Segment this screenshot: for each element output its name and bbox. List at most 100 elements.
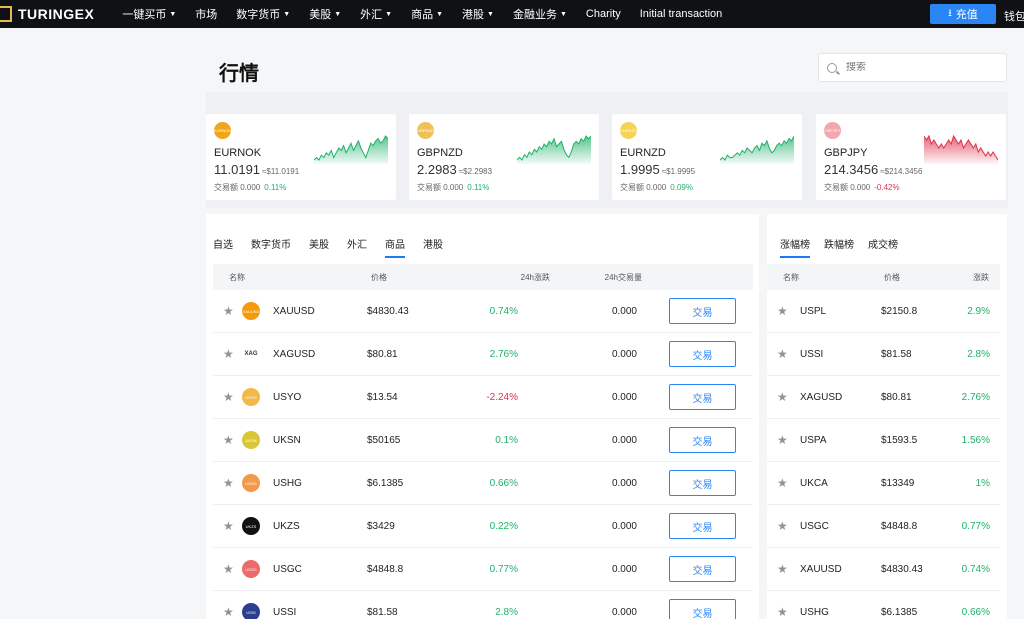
column-header: 24h涨跌	[520, 272, 550, 282]
nav-item[interactable]: 美股 ▼	[309, 6, 341, 22]
volume-label: 交易额	[214, 183, 238, 192]
ticker-card[interactable]: EURNOK EURNOK 11.0191 ≈$11.0191 交易额 0.000 0.1…	[206, 114, 396, 200]
star-icon[interactable]: ★	[223, 390, 234, 404]
caret-down-icon: ▼	[385, 10, 393, 18]
nav-item[interactable]: 数字货币 ▼	[236, 6, 290, 22]
logo[interactable]: TURINGEX	[0, 0, 94, 28]
ticker-card[interactable]: GBPNZD GBPNZD 2.2983 ≈$2.2983 交易额 0.000 0.11%	[409, 114, 599, 200]
wallet-link[interactable]: 钱包	[1004, 8, 1024, 24]
nav-item[interactable]: 外汇 ▼	[360, 6, 392, 22]
nav-item[interactable]: 商品 ▼	[411, 6, 443, 22]
ranking-tab[interactable]: 涨幅榜	[780, 236, 810, 258]
market-tab[interactable]: 商品	[385, 236, 405, 258]
rank-asset-change: 2.8%	[967, 348, 990, 360]
market-tab[interactable]: 港股	[423, 236, 443, 258]
nav-item[interactable]: Initial transaction	[640, 8, 723, 20]
star-icon[interactable]: ★	[223, 605, 234, 619]
rank-asset-price: $2150.8	[881, 305, 918, 317]
ranking-row[interactable]: ★ USPL $2150.8 2.9%	[767, 290, 1000, 333]
search-box[interactable]	[818, 53, 1007, 82]
ticker-card[interactable]: GBPJPY GBPJPY 214.3456 ≈$214.3456 交易额 0.000-…	[816, 114, 1006, 200]
asset-icon: XAUUSD	[242, 302, 260, 320]
star-icon[interactable]: ★	[223, 347, 234, 361]
asset-change: 2.8%	[495, 606, 518, 618]
search-input[interactable]	[846, 62, 996, 73]
trade-button[interactable]: 交易	[669, 384, 736, 410]
asset-icon: XAG	[242, 345, 260, 363]
ranking-tab[interactable]: 跌幅榜	[824, 236, 854, 258]
trade-button[interactable]: 交易	[669, 513, 736, 539]
asset-volume: 0.000	[611, 477, 637, 489]
ticker-price: 1.9995	[620, 162, 660, 177]
trade-button[interactable]: 交易	[669, 599, 736, 619]
star-icon[interactable]: ★	[223, 476, 234, 490]
ranking-row[interactable]: ★ XAUUSD $4830.43 0.74%	[767, 548, 1000, 591]
asset-volume: 0.000	[611, 391, 637, 403]
table-row[interactable]: ★ USYO USYO $13.54 -2.24% 0.000 交易	[213, 376, 753, 419]
volume-value: 0.000	[850, 183, 871, 192]
ticker-price: 2.2983	[417, 162, 457, 177]
nav-item[interactable]: 一键买币 ▼	[122, 6, 176, 22]
star-icon[interactable]: ★	[777, 347, 788, 361]
nav-item[interactable]: 金融业务 ▼	[513, 6, 567, 22]
table-row[interactable]: ★ XAUUSD XAUUSD $4830.43 0.74% 0.000 交易	[213, 290, 753, 333]
ticker-price-wrap: 2.2983 ≈$2.2983	[417, 162, 492, 177]
star-icon[interactable]: ★	[777, 433, 788, 447]
table-row[interactable]: ★ USSI USSI $81.58 2.8% 0.000 交易	[213, 591, 753, 619]
table-row[interactable]: ★ UKZS UKZS $3429 0.22% 0.000 交易	[213, 505, 753, 548]
ranking-row[interactable]: ★ XAGUSD $80.81 2.76%	[767, 376, 1000, 419]
volume-value: 0.000	[646, 183, 667, 192]
ticker-symbol: EURNOK	[214, 147, 262, 159]
market-tab[interactable]: 数字货币	[251, 236, 291, 258]
nav-item[interactable]: 港股 ▼	[462, 6, 494, 22]
star-icon[interactable]: ★	[777, 304, 788, 318]
star-icon[interactable]: ★	[777, 519, 788, 533]
star-icon[interactable]: ★	[223, 519, 234, 533]
top-nav: TURINGEX 一键买币 ▼ 市场 数字货币 ▼ 美股 ▼ 外汇 ▼ 商品 ▼ 港股 ▼ 金融业务 ▼ Ch…	[0, 0, 1024, 28]
table-row[interactable]: ★ USGC USGC $4848.8 0.77% 0.000 交易	[213, 548, 753, 591]
trade-button[interactable]: 交易	[669, 341, 736, 367]
asset-price: $4848.8	[367, 563, 404, 575]
trade-button[interactable]: 交易	[669, 470, 736, 496]
search-icon	[827, 62, 837, 73]
ticker-card[interactable]: EURNZD EURNZD 1.9995 ≈$1.9995 交易额 0.000 0.09%	[612, 114, 802, 200]
market-tab[interactable]: 自选	[213, 236, 233, 258]
market-tab[interactable]: 美股	[309, 236, 329, 258]
star-icon[interactable]: ★	[777, 476, 788, 490]
ranking-row[interactable]: ★ USSI $81.58 2.8%	[767, 333, 1000, 376]
market-tabs: 自选 数字货币 美股 外汇 商品 港股	[213, 236, 461, 258]
asset-name: XAUUSD	[273, 305, 315, 317]
ranking-tab[interactable]: 成交榜	[868, 236, 898, 258]
trade-button[interactable]: 交易	[669, 556, 736, 582]
column-header: 价格	[371, 272, 387, 282]
change-value: -0.42%	[874, 183, 900, 192]
star-icon[interactable]: ★	[777, 390, 788, 404]
star-icon[interactable]: ★	[223, 304, 234, 318]
table-row[interactable]: ★ XAG XAGUSD $80.81 2.76% 0.000 交易	[213, 333, 753, 376]
rank-asset-change: 2.9%	[967, 305, 990, 317]
ranking-row[interactable]: ★ USGC $4848.8 0.77%	[767, 505, 1000, 548]
trade-button[interactable]: 交易	[669, 427, 736, 453]
star-icon[interactable]: ★	[223, 433, 234, 447]
ticker-symbol: GBPJPY	[824, 147, 868, 159]
nav-item[interactable]: 市场	[195, 6, 217, 22]
star-icon[interactable]: ★	[223, 562, 234, 576]
nav-item-label: Charity	[585, 8, 621, 20]
recharge-button[interactable]: ⭳ 充值	[930, 4, 996, 24]
asset-volume: 0.000	[611, 434, 637, 446]
asset-icon: USHG	[242, 474, 260, 492]
nav-item[interactable]: Charity	[586, 8, 621, 20]
table-row[interactable]: ★ USHG USHG $6.1385 0.66% 0.000 交易	[213, 462, 753, 505]
rank-asset-name: XAGUSD	[800, 391, 843, 403]
ranking-row[interactable]: ★ UKCA $13349 1%	[767, 462, 1000, 505]
star-icon[interactable]: ★	[777, 562, 788, 576]
rank-asset-price: $81.58	[881, 348, 912, 360]
trade-button[interactable]: 交易	[669, 298, 736, 324]
asset-change: 0.77%	[489, 563, 518, 575]
market-tab[interactable]: 外汇	[347, 236, 367, 258]
asset-price: $50165	[367, 434, 401, 446]
ranking-row[interactable]: ★ USPA $1593.5 1.56%	[767, 419, 1000, 462]
ranking-row[interactable]: ★ USHG $6.1385 0.66%	[767, 591, 1000, 619]
table-row[interactable]: ★ UKSN UKSN $50165 0.1% 0.000 交易	[213, 419, 753, 462]
star-icon[interactable]: ★	[777, 605, 788, 619]
